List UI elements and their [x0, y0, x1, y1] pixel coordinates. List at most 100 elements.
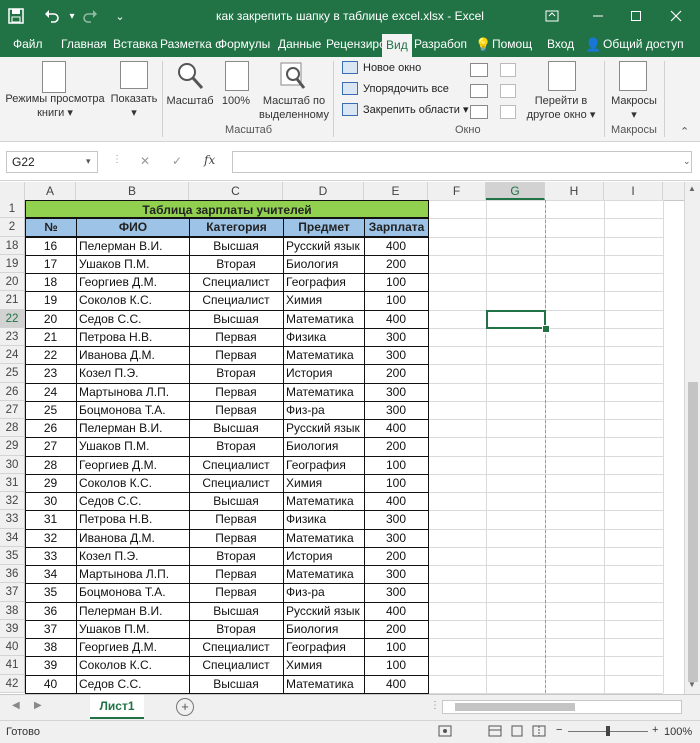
zoom-slider-thumb[interactable]: [606, 726, 610, 736]
table-cell[interactable]: 300: [364, 346, 428, 364]
row-header-38[interactable]: 38: [0, 601, 25, 620]
table-cell[interactable]: 36: [25, 602, 76, 620]
table-cell[interactable]: 37: [25, 620, 76, 638]
workbook-views-icon[interactable]: [42, 61, 66, 93]
share-button[interactable]: Общий доступ: [603, 32, 684, 57]
scroll-down-icon[interactable]: ▼: [688, 680, 696, 689]
table-cell[interactable]: 30: [25, 492, 76, 510]
macros-button[interactable]: Макросы ▾: [606, 94, 662, 122]
cancel-icon[interactable]: ✕: [140, 154, 150, 168]
table-cell[interactable]: 39: [25, 656, 76, 674]
show-button[interactable]: Показать ▾: [108, 92, 160, 120]
tab-review[interactable]: Рецензиро: [326, 32, 386, 57]
zoom-to-selection-icon[interactable]: [279, 61, 307, 94]
table-cell[interactable]: Пелерман В.И.: [76, 602, 189, 620]
table-cell[interactable]: 20: [25, 310, 76, 328]
table-cell[interactable]: Первая: [189, 346, 283, 364]
expand-formula-bar-icon[interactable]: ⌄: [683, 156, 691, 167]
table-cell[interactable]: 100: [364, 273, 428, 291]
table-cell[interactable]: Математика: [283, 383, 364, 401]
table-cell[interactable]: 400: [364, 675, 428, 693]
row-header-2[interactable]: 2: [0, 218, 25, 237]
table-cell[interactable]: 100: [364, 656, 428, 674]
column-header-b[interactable]: B: [76, 182, 189, 200]
table-cell[interactable]: 400: [364, 419, 428, 437]
table-cell[interactable]: Высшая: [189, 237, 283, 255]
table-cell[interactable]: Соколов К.С.: [76, 474, 189, 492]
zoom-level[interactable]: 100%: [664, 726, 692, 738]
table-cell[interactable]: Русский язык: [283, 419, 364, 437]
table-cell[interactable]: 33: [25, 547, 76, 565]
table-cell[interactable]: Физ-ра: [283, 401, 364, 419]
table-cell[interactable]: 300: [364, 510, 428, 528]
table-cell[interactable]: География: [283, 273, 364, 291]
table-cell[interactable]: 26: [25, 419, 76, 437]
tab-sign-in[interactable]: Вход: [547, 32, 574, 57]
table-cell[interactable]: Высшая: [189, 602, 283, 620]
table-cell[interactable]: Химия: [283, 474, 364, 492]
table-cell[interactable]: Высшая: [189, 675, 283, 693]
table-cell[interactable]: Биология: [283, 620, 364, 638]
row-header-41[interactable]: 41: [0, 656, 25, 675]
table-cell[interactable]: Ушаков П.М.: [76, 437, 189, 455]
zoom-100-button[interactable]: 100%: [218, 94, 254, 108]
table-cell[interactable]: 28: [25, 456, 76, 474]
table-cell[interactable]: Вторая: [189, 437, 283, 455]
table-cell[interactable]: 17: [25, 255, 76, 273]
table-cell[interactable]: 19: [25, 291, 76, 309]
table-cell[interactable]: 300: [364, 383, 428, 401]
table-cell[interactable]: 200: [364, 364, 428, 382]
table-cell[interactable]: 200: [364, 255, 428, 273]
table-cell[interactable]: Петрова Н.В.: [76, 510, 189, 528]
formula-input[interactable]: [232, 151, 692, 173]
fill-handle[interactable]: [542, 324, 550, 333]
table-cell[interactable]: География: [283, 638, 364, 656]
table-cell[interactable]: Иванова Д.М.: [76, 346, 189, 364]
row-header-20[interactable]: 20: [0, 273, 25, 292]
horizontal-scrollbar[interactable]: [442, 700, 682, 714]
lightbulb-icon[interactable]: 💡: [475, 32, 491, 57]
tab-tell-me[interactable]: Помощ: [492, 32, 532, 57]
table-cell[interactable]: Математика: [283, 675, 364, 693]
table-cell[interactable]: Соколов К.С.: [76, 656, 189, 674]
table-cell[interactable]: Ушаков П.М.: [76, 620, 189, 638]
normal-view-icon[interactable]: [488, 725, 502, 740]
table-cell[interactable]: 16: [25, 237, 76, 255]
active-cell[interactable]: [486, 309, 546, 329]
macro-record-icon[interactable]: [438, 725, 452, 740]
table-cell[interactable]: Русский язык: [283, 602, 364, 620]
name-box-dropdown-icon[interactable]: ▾: [86, 156, 91, 167]
table-cell[interactable]: Высшая: [189, 419, 283, 437]
column-header-f[interactable]: F: [428, 182, 486, 200]
row-header-32[interactable]: 32: [0, 492, 25, 511]
tab-page-layout[interactable]: Разметка с: [160, 32, 221, 57]
table-cell[interactable]: Боцмонова Т.А.: [76, 401, 189, 419]
table-cell[interactable]: Ушаков П.М.: [76, 255, 189, 273]
row-header-36[interactable]: 36: [0, 565, 25, 584]
table-cell[interactable]: 24: [25, 383, 76, 401]
table-cell[interactable]: Седов С.С.: [76, 492, 189, 510]
minimize-icon[interactable]: [588, 6, 608, 26]
enter-icon[interactable]: ✓: [172, 154, 182, 168]
insert-function-icon[interactable]: fx: [204, 153, 215, 167]
new-window-button[interactable]: Новое окно: [342, 61, 421, 74]
table-cell[interactable]: 200: [364, 620, 428, 638]
row-header-19[interactable]: 19: [0, 254, 25, 273]
scroll-up-icon[interactable]: ▲: [688, 184, 696, 193]
table-cell[interactable]: Первая: [189, 565, 283, 583]
table-cell[interactable]: Высшая: [189, 492, 283, 510]
tab-data[interactable]: Данные: [278, 32, 321, 57]
add-sheet-icon[interactable]: +: [176, 698, 194, 716]
table-cell[interactable]: Боцмонова Т.А.: [76, 583, 189, 601]
unhide-icon[interactable]: [470, 105, 488, 119]
table-cell[interactable]: 18: [25, 273, 76, 291]
select-all-corner[interactable]: [0, 182, 25, 200]
table-cell[interactable]: 29: [25, 474, 76, 492]
table-cell[interactable]: Первая: [189, 510, 283, 528]
table-cell[interactable]: Математика: [283, 565, 364, 583]
table-cell[interactable]: История: [283, 547, 364, 565]
table-cell[interactable]: Соколов К.С.: [76, 291, 189, 309]
table-header-cell[interactable]: №: [25, 217, 77, 237]
switch-windows-button[interactable]: Перейти в другое окно ▾: [522, 94, 600, 122]
table-cell[interactable]: 100: [364, 638, 428, 656]
